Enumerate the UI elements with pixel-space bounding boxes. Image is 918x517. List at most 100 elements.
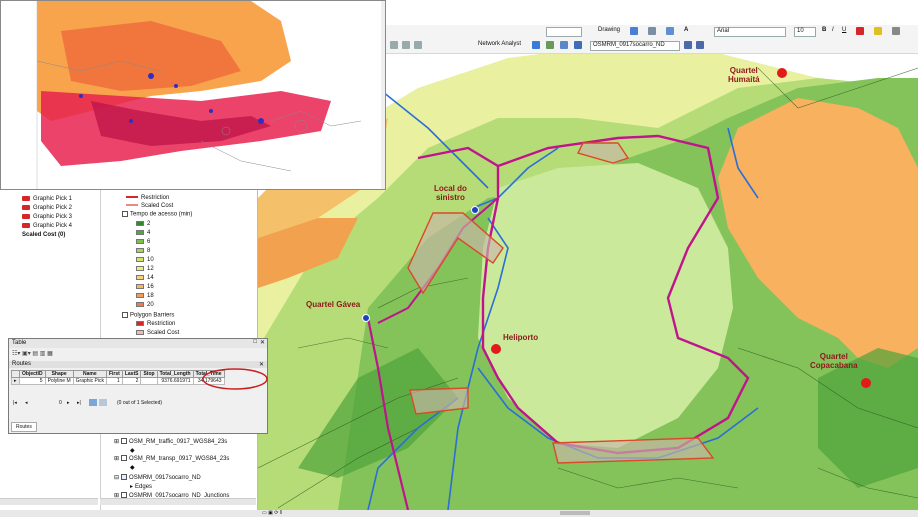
layer-checkbox[interactable] (121, 438, 128, 445)
graphic-pick-4[interactable]: Graphic Pick 4 (22, 223, 72, 229)
scaled-cost-line-icon (126, 204, 138, 207)
tempo-class: 16 (136, 284, 154, 290)
graphic-pick-icon (22, 214, 30, 219)
layer-label: OSM_RM_transp_0917_WGS84_23s (129, 456, 230, 462)
bold-button[interactable]: B (822, 27, 826, 33)
polygon-barriers-checkbox[interactable] (122, 312, 128, 318)
tempo-class: 18 (136, 293, 154, 299)
network-analyst-toolbar: Network Analyst OSMRM_0917socarro_ND (386, 39, 918, 54)
build-network-icon[interactable] (684, 41, 692, 49)
layer-transp[interactable]: ⊞ OSM_RM_transp_0917_WGS84_23s (114, 455, 229, 462)
scale-input[interactable] (546, 27, 582, 37)
tempo-swatch (136, 239, 144, 244)
graphic-pick-label: Graphic Pick 4 (33, 223, 73, 230)
highlight-ellipse (202, 368, 268, 390)
label-quartel-gavea: Quartel Gávea (306, 300, 361, 309)
tempo-swatch (136, 293, 144, 298)
layout-tool-2-icon[interactable] (402, 41, 410, 49)
graphic-pick-icon (22, 205, 30, 210)
layer-label: OSMRM_0917socarro_ND (129, 475, 201, 481)
fill-color-icon[interactable] (874, 27, 882, 35)
toc-scrollbar[interactable] (0, 498, 98, 505)
map-scrollbar[interactable] (560, 511, 590, 515)
graphic-pick-1[interactable]: Graphic Pick 1 (22, 196, 72, 202)
drawing-toolbar: Drawing A Arial 10 B I U (386, 25, 918, 39)
pb-restriction-swatch (136, 321, 144, 326)
polygon-barriers-label: Polygon Barriers (130, 312, 175, 319)
new-shape-icon[interactable] (666, 27, 674, 35)
tempo-class: 20 (136, 302, 154, 308)
layer-network-dataset[interactable]: ⊟ OSMRM_0917socarro_ND (114, 474, 201, 481)
graphic-pick-label: Graphic Pick 2 (33, 205, 73, 212)
underline-button[interactable]: U (842, 27, 846, 33)
selection-count: (0 out of 1 Selected) (117, 400, 163, 406)
layout-view-icon[interactable]: ▭ ▣ ⟳ ‖ (262, 510, 282, 516)
legend-scaled-cost: Scaled Cost (126, 203, 173, 209)
network-dataset-value: OSMRM_0917socarro_ND (593, 42, 665, 48)
attribute-table-window[interactable]: Table □ ✕ ☷▾ ▣▾ ▤ ▥ ▦ Routes ✕ ObjectID … (8, 338, 268, 434)
solve-icon[interactable] (560, 41, 568, 49)
graphic-pick-icon (22, 196, 30, 201)
tempo-swatch (136, 266, 144, 271)
tempo-swatch (136, 257, 144, 262)
restriction-line-icon (126, 196, 138, 199)
tempo-class-label: 4 (147, 230, 151, 237)
select-elements-icon[interactable] (630, 27, 638, 35)
tempo-checkbox[interactable] (122, 211, 128, 217)
tab-routes[interactable]: Routes (11, 422, 37, 432)
graphic-pick-icon (22, 223, 30, 228)
polygon-barriers-layer[interactable]: Polygon Barriers (122, 312, 174, 319)
pb-scaled-cost-label: Scaled Cost (147, 330, 180, 337)
layout-tool-3-icon[interactable] (414, 41, 422, 49)
label-local-sinistro: Local do sinistro (434, 184, 467, 202)
layer-checkbox[interactable] (121, 455, 128, 462)
rotate-icon[interactable] (648, 27, 656, 35)
last-record-icon[interactable]: ▸| (77, 400, 81, 406)
font-name-select[interactable]: Arial (714, 27, 786, 37)
italic-button[interactable]: I (832, 27, 834, 33)
tempo-layer[interactable]: Tempo de acesso (min) (122, 211, 192, 218)
drawing-menu[interactable]: Drawing (598, 27, 620, 33)
graphic-pick-3[interactable]: Graphic Pick 3 (22, 214, 72, 220)
tempo-label: Tempo de acesso (min) (130, 211, 193, 218)
na-window-icon[interactable] (532, 41, 540, 49)
record-number[interactable]: 0 (59, 400, 62, 406)
show-selected-icon[interactable] (99, 399, 107, 406)
show-all-icon[interactable] (89, 399, 97, 406)
label-heliporto: Heliporto (503, 333, 539, 342)
line-color-icon[interactable] (892, 27, 900, 35)
toc-scrollbar-right[interactable] (100, 498, 256, 505)
tempo-class-label: 12 (147, 266, 154, 273)
restriction-label: Restriction (141, 195, 170, 201)
tempo-swatch (136, 248, 144, 253)
tempo-swatch (136, 221, 144, 226)
font-color-icon[interactable] (856, 27, 864, 35)
create-location-icon[interactable] (546, 41, 554, 49)
table-nav-bar: |◂ ◂ 0 ▸ ▸| (0 out of 1 Selected) (9, 397, 267, 409)
pb-scaled-cost: Scaled Cost (136, 330, 179, 336)
graphic-pick-2[interactable]: Graphic Pick 2 (22, 205, 72, 211)
layer-checkbox[interactable] (121, 474, 128, 481)
expand-icon[interactable]: ⊞ (114, 439, 119, 445)
first-record-icon[interactable]: |◂ (13, 400, 17, 406)
network-identify-icon[interactable] (696, 41, 704, 49)
tempo-class: 8 (136, 248, 150, 254)
layer-edges[interactable]: ▸ Edges (130, 483, 152, 490)
text-icon[interactable]: A (684, 27, 688, 33)
overview-map[interactable] (0, 0, 386, 190)
network-analyst-menu[interactable]: Network Analyst (478, 41, 521, 47)
expand-icon[interactable]: ⊞ (114, 456, 119, 462)
graphic-pick-label: Graphic Pick 3 (33, 214, 73, 221)
network-dataset-select[interactable]: OSMRM_0917socarro_ND (590, 41, 680, 51)
tempo-swatch (136, 284, 144, 289)
pb-restriction-label: Restriction (147, 321, 176, 328)
next-record-icon[interactable]: ▸ (67, 400, 70, 406)
collapse-icon[interactable]: ⊟ (114, 475, 119, 481)
layer-traffic[interactable]: ⊞ OSM_RM_traffic_0917_WGS84_23s (114, 438, 227, 445)
font-size-select[interactable]: 10 (794, 27, 816, 37)
graphic-pick-label: Graphic Pick 1 (33, 196, 73, 203)
directions-icon[interactable] (574, 41, 582, 49)
scaled-cost-label: Scaled Cost (141, 203, 174, 209)
prev-record-icon[interactable]: ◂ (25, 400, 28, 406)
layout-tool-icon[interactable] (390, 41, 398, 49)
